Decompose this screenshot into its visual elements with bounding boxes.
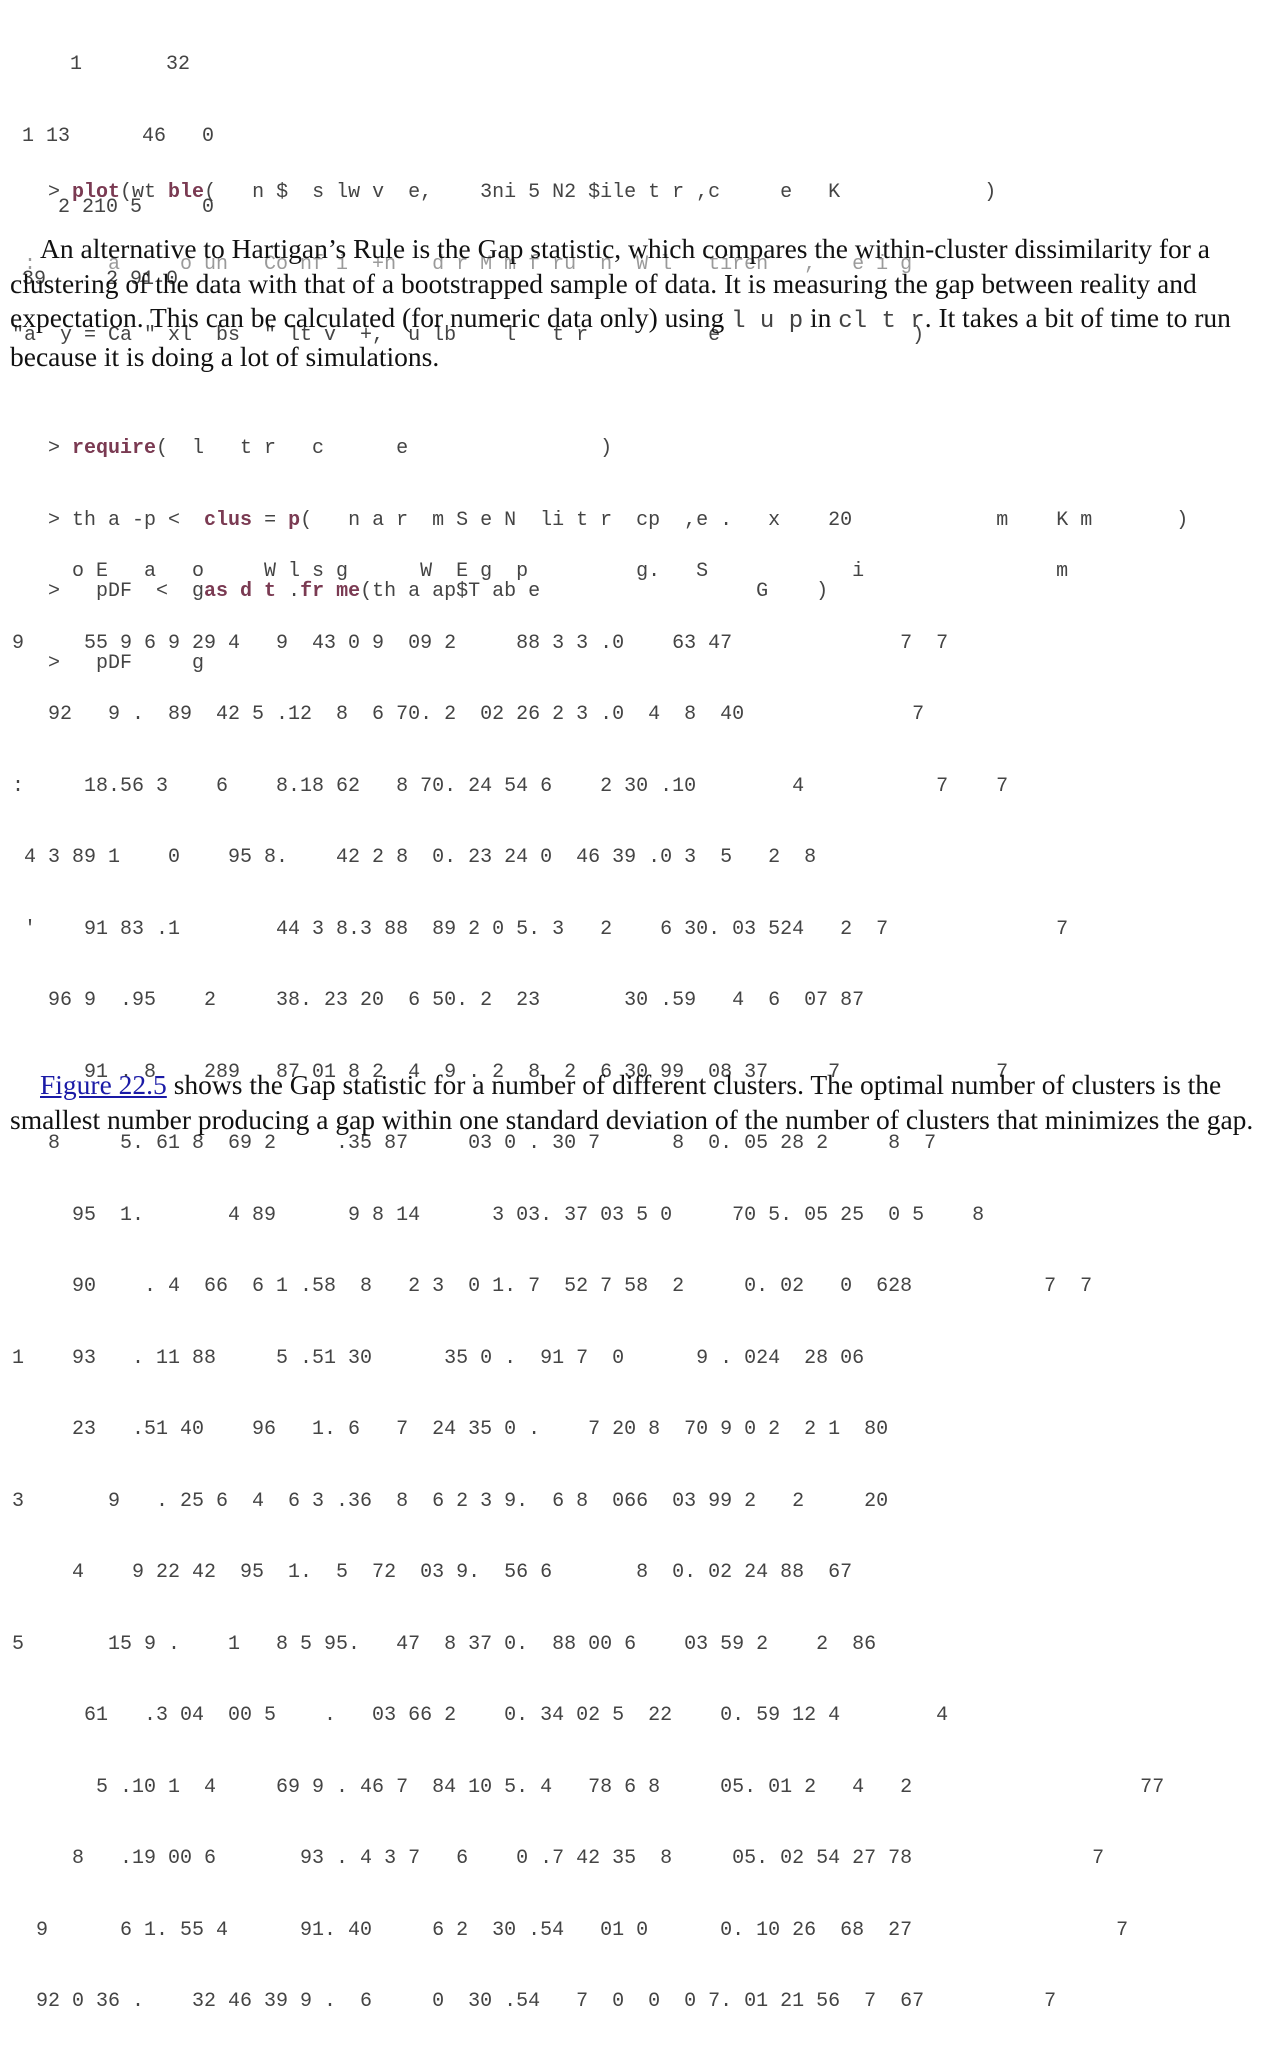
table-row: 9 6 1. 55 4 91. 40 6 2 30 .54 01 0 0. 10… <box>0 1918 1129 1942</box>
table-row: 92 0 36 . 32 46 39 9 . 6 0 30 .54 7 0 0 … <box>0 1990 1057 2013</box>
table-row: 23 .51 40 96 1. 6 7 24 35 0 . 7 20 8 70 … <box>0 1418 889 1441</box>
body-paragraph: An alternative to Hartigan’s Rule is the… <box>0 232 1275 374</box>
table-row: 4 9 22 42 95 1. 5 72 03 9. 56 6 8 0. 02 … <box>0 1561 853 1584</box>
table-row: 61 .3 04 00 5 . 03 66 2 0. 34 02 5 22 0.… <box>0 1704 949 1727</box>
code-line: > require( l t r c e ) <box>0 436 1188 462</box>
document-page: 1 32 1 13 46 0 2 210 5 0 39 2 91 0 > plo… <box>0 0 1275 2013</box>
gap-table-output: o E a o W l s g W E g p g. S i m 9 55 9 … <box>0 513 1164 2061</box>
function-name: require <box>72 437 157 460</box>
output-line: 1 32 <box>22 53 191 76</box>
paragraph-text: shows the Gap statistic for a number of … <box>10 1069 1254 1135</box>
inline-code: cl t r <box>838 308 925 335</box>
prompt: > <box>0 437 73 460</box>
table-row: 8 .19 00 6 93 . 4 3 7 6 0 .7 42 35 8 05.… <box>0 1847 1105 1870</box>
table-row: 96 9 .95 2 38. 23 20 6 50. 2 23 30 .59 4… <box>0 989 865 1012</box>
figure-link[interactable]: Figure 22.5 <box>40 1069 167 1100</box>
body-paragraph: Figure 22.5 shows the Gap statistic for … <box>0 1068 1275 1137</box>
function-name: ble <box>168 181 205 204</box>
table-row: 1 93 . 11 88 5 .51 30 35 0 . 91 7 0 9 . … <box>0 1346 865 1370</box>
table-row: 5 .10 1 4 69 9 . 46 7 84 10 5. 4 78 6 8 … <box>0 1775 1165 1799</box>
table-row: 90 . 4 66 6 1 .58 8 2 3 0 1. 7 52 7 58 2… <box>0 1275 1093 1298</box>
function-name: plot <box>72 181 121 204</box>
table-row: 92 9 . 89 42 5 .12 8 6 70. 2 02 26 2 3 .… <box>0 703 925 726</box>
paragraph-text: in <box>803 302 839 333</box>
table-row: 9 55 9 6 9 29 4 9 43 0 9 09 2 88 3 3 .0 … <box>0 631 949 655</box>
code-text: ( n $ s lw v e, 3ni 5 N2 $ile t r ,c e K… <box>204 181 997 204</box>
prompt: > <box>0 181 73 204</box>
table-row: 4 3 89 1 0 95 8. 42 2 8 0. 23 24 0 46 39… <box>0 846 817 869</box>
table-row: 3 9 . 25 6 4 6 3 .36 8 6 2 3 9. 6 8 066 … <box>0 1489 889 1513</box>
table-header: o E a o W l s g W E g p g. S i m <box>0 560 1069 583</box>
inline-code: l u p <box>731 308 804 335</box>
table-row: : 18.56 3 6 8.18 62 8 70. 24 54 6 2 30 .… <box>0 774 1009 798</box>
table-row: ' 91 83 .1 44 3 8.3 88 89 2 0 5. 3 2 6 3… <box>0 917 1069 941</box>
code-text: (wt <box>120 181 169 204</box>
code-text: ( l t r c e ) <box>156 437 613 460</box>
table-row: 95 1. 4 89 9 8 14 3 03. 37 03 5 0 70 5. … <box>0 1203 985 1227</box>
code-line: > plot(wt ble( n $ s lw v e, 3ni 5 N2 $i… <box>0 180 996 206</box>
table-row: 5 15 9 . 1 8 5 95. 47 8 37 0. 88 00 6 03… <box>0 1632 877 1656</box>
